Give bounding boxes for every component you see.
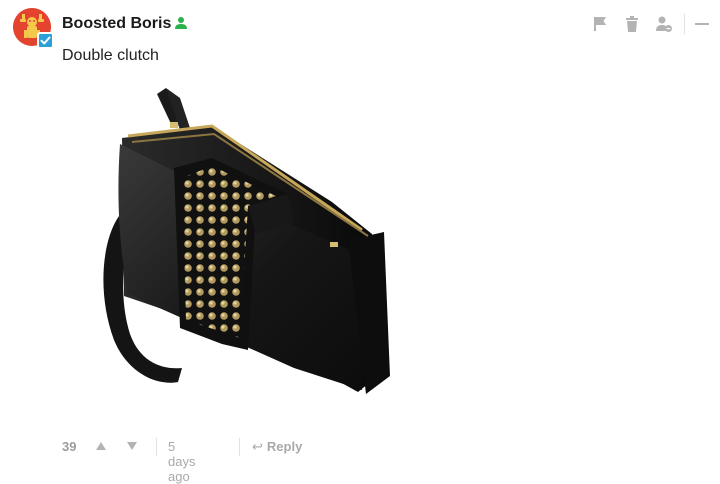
user-icon xyxy=(174,16,188,35)
comment-body: Double clutch xyxy=(62,47,159,64)
flag-icon[interactable] xyxy=(590,14,610,34)
reply-label: Reply xyxy=(266,439,303,454)
vote-count: 39 xyxy=(62,439,77,454)
reply-button[interactable]: ↩ Reply xyxy=(252,439,302,455)
comment-actions xyxy=(580,14,720,34)
avatar[interactable] xyxy=(13,8,54,49)
actions-divider xyxy=(684,14,685,34)
minus-icon[interactable] xyxy=(692,14,712,34)
caret-up-icon[interactable] xyxy=(94,438,108,454)
checkmark-badge-icon xyxy=(37,32,54,49)
comment-author[interactable]: Boosted Boris xyxy=(62,15,171,33)
caret-down-icon[interactable] xyxy=(125,438,139,454)
trash-icon[interactable] xyxy=(622,14,642,34)
footer-divider xyxy=(156,438,157,456)
footer-divider xyxy=(239,438,240,456)
comment-card: Boosted Boris Double clutch 39 5 days ag… xyxy=(0,0,720,484)
user-block-icon[interactable] xyxy=(654,14,674,34)
timestamp-link[interactable]: 5 days ago xyxy=(168,439,195,484)
comment-image[interactable] xyxy=(62,82,462,422)
reply-icon: ↩ xyxy=(252,439,263,454)
